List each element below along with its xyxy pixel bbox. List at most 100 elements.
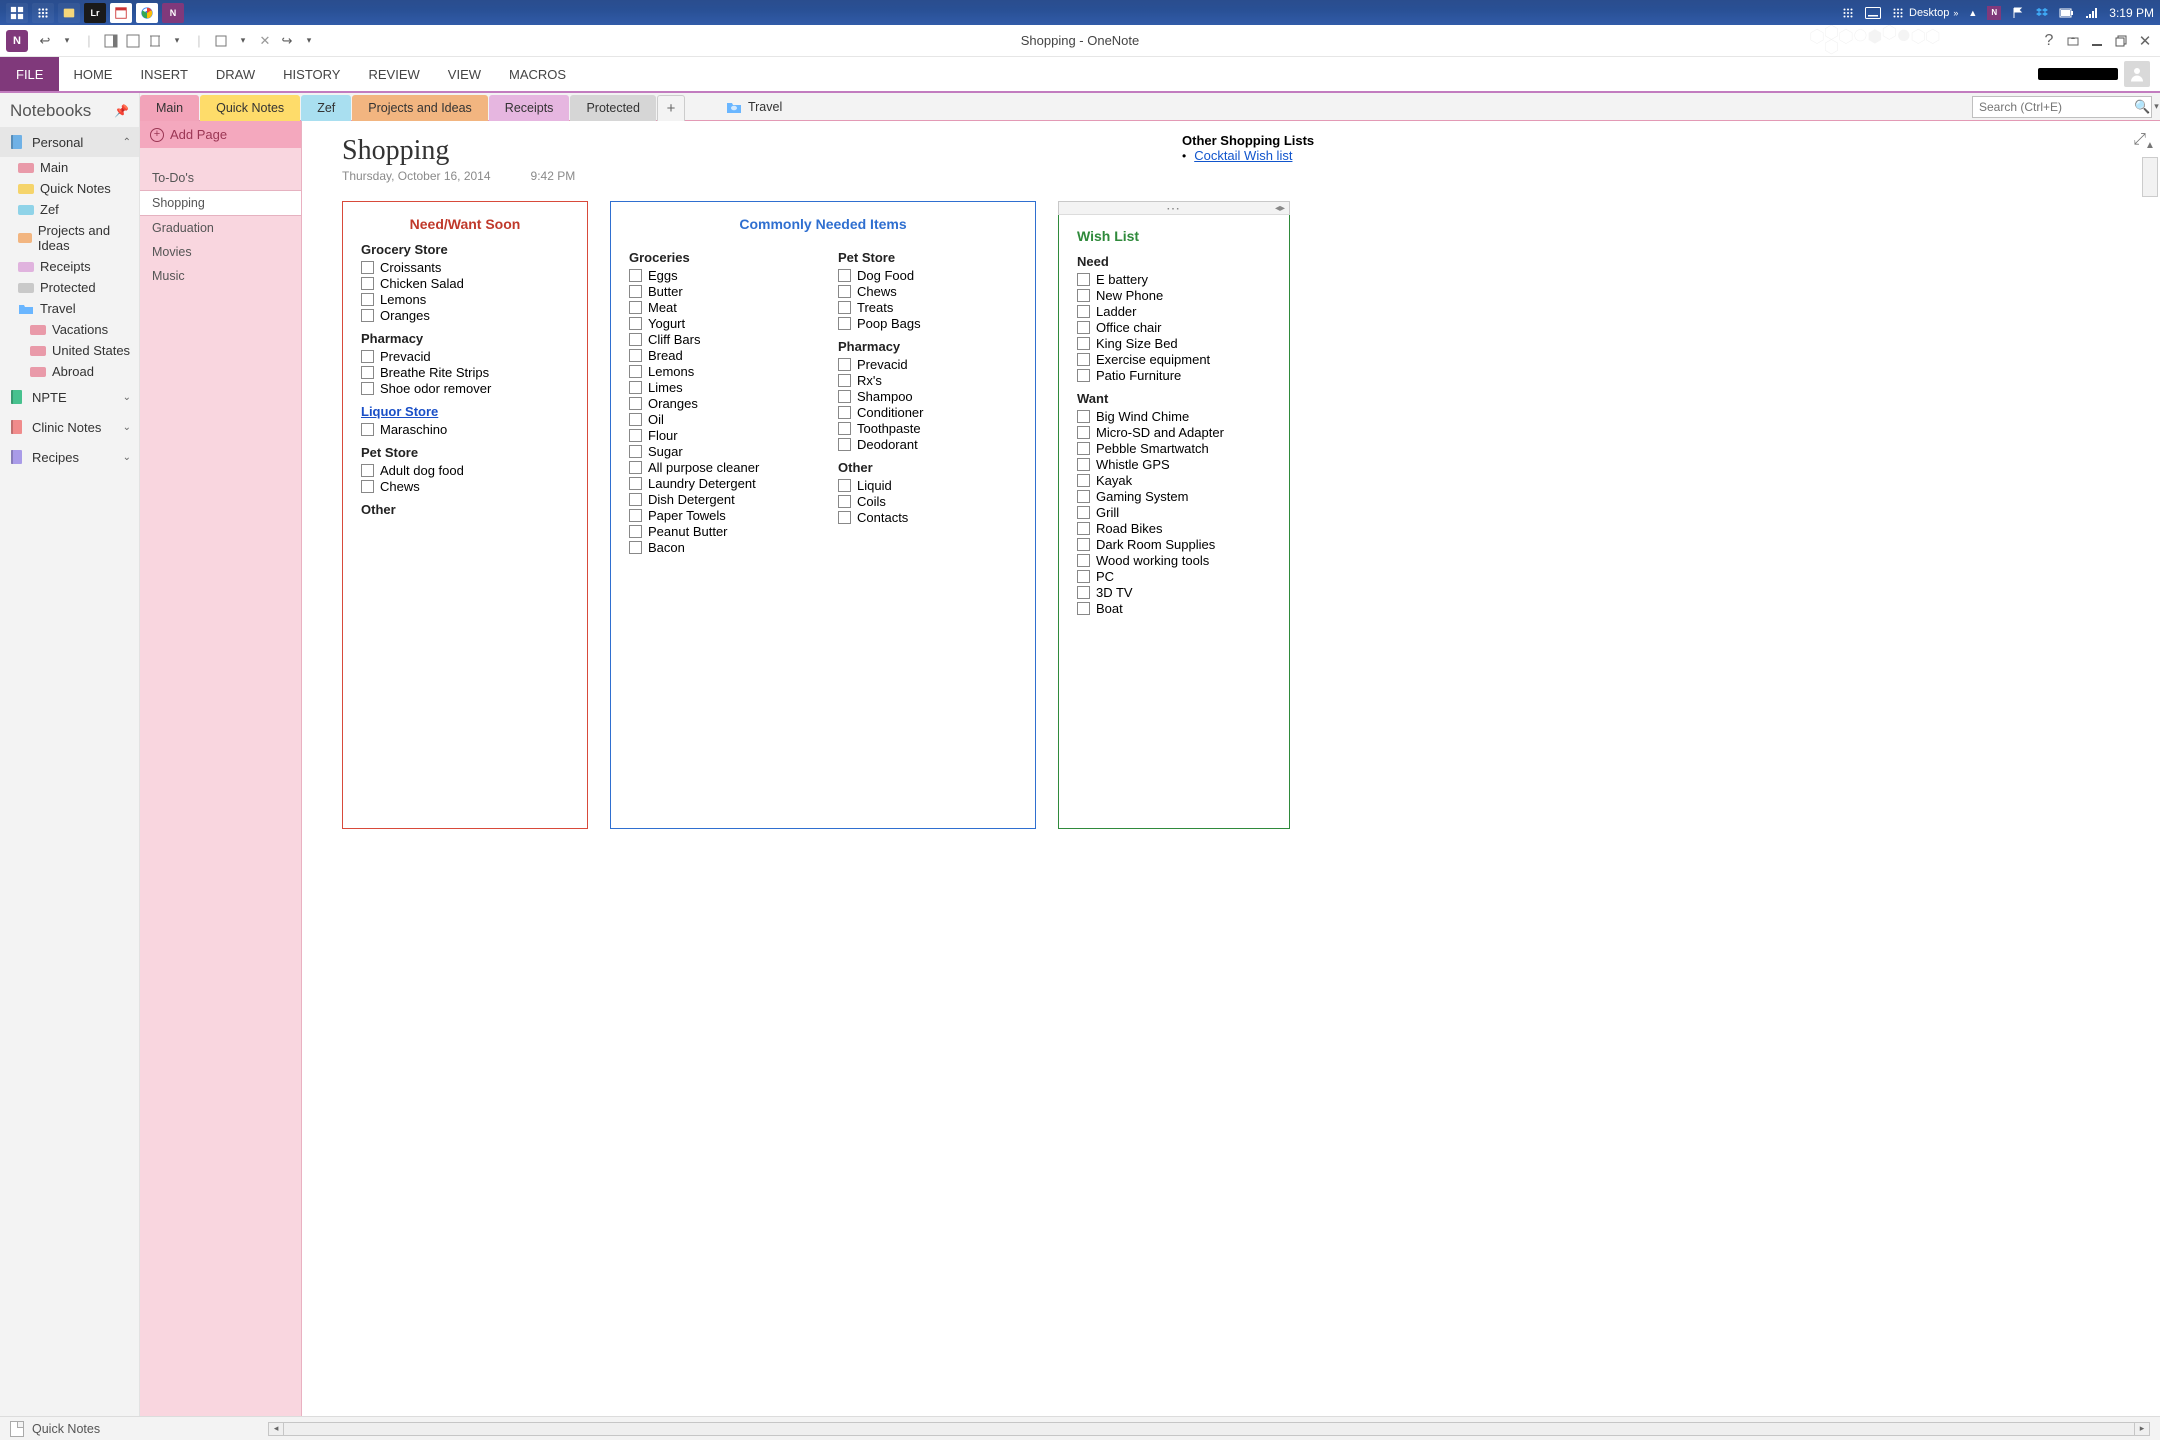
- checkbox[interactable]: [838, 406, 851, 419]
- notebook-npte[interactable]: NPTE⌄: [0, 382, 139, 412]
- checklist-item[interactable]: Lemons: [361, 291, 569, 307]
- checklist-item[interactable]: Chews: [838, 283, 1017, 299]
- checkbox[interactable]: [838, 317, 851, 330]
- checklist-item[interactable]: Meat: [629, 299, 808, 315]
- section-tab-projects-and-ideas[interactable]: Projects and Ideas: [352, 95, 488, 121]
- qat-customize[interactable]: ▾: [299, 31, 319, 51]
- checkbox[interactable]: [361, 382, 374, 395]
- checkbox[interactable]: [1077, 506, 1090, 519]
- checklist-item[interactable]: PC: [1077, 568, 1271, 584]
- file-tab[interactable]: FILE: [0, 57, 59, 91]
- checklist-item[interactable]: Flour: [629, 427, 808, 443]
- section-projects-and-ideas[interactable]: Projects and Ideas: [0, 220, 139, 256]
- checkbox[interactable]: [629, 397, 642, 410]
- close-button[interactable]: ✕: [2136, 32, 2154, 50]
- tray-icon[interactable]: [1841, 6, 1855, 20]
- checklist-item[interactable]: All purpose cleaner: [629, 459, 808, 475]
- checkbox[interactable]: [1077, 305, 1090, 318]
- section-tab-main[interactable]: Main: [140, 95, 199, 121]
- qat-dropdown[interactable]: ▾: [233, 31, 253, 51]
- section-united-states[interactable]: United States: [0, 340, 139, 361]
- checklist-item[interactable]: Wood working tools: [1077, 552, 1271, 568]
- checklist-item[interactable]: Paper Towels: [629, 507, 808, 523]
- checklist-item[interactable]: Prevacid: [838, 356, 1017, 372]
- checkbox[interactable]: [629, 333, 642, 346]
- other-lists-block[interactable]: Other Shopping Lists • Cocktail Wish lis…: [1182, 133, 1314, 163]
- checklist-item[interactable]: 3D TV: [1077, 584, 1271, 600]
- checklist-item[interactable]: Road Bikes: [1077, 520, 1271, 536]
- checkbox[interactable]: [361, 366, 374, 379]
- commonly-needed-box[interactable]: Commonly Needed Items GroceriesEggsButte…: [610, 201, 1036, 829]
- checkbox[interactable]: [361, 480, 374, 493]
- search-box[interactable]: 🔍 ▾: [1972, 96, 2152, 118]
- checkbox[interactable]: [629, 429, 642, 442]
- checklist-item[interactable]: Croissants: [361, 259, 569, 275]
- section-group-travel[interactable]: Travel: [726, 94, 782, 120]
- checklist-item[interactable]: Bread: [629, 347, 808, 363]
- ribbon-tab-home[interactable]: HOME: [59, 57, 126, 91]
- undo-button[interactable]: ↩: [35, 31, 55, 51]
- checklist-item[interactable]: King Size Bed: [1077, 335, 1271, 351]
- checkbox[interactable]: [361, 350, 374, 363]
- checkbox[interactable]: [629, 461, 642, 474]
- checklist-item[interactable]: Contacts: [838, 509, 1017, 525]
- redo-arrow-button[interactable]: ↪: [277, 31, 297, 51]
- taskbar-app-icon[interactable]: Lr: [84, 3, 106, 23]
- checklist-item[interactable]: Laundry Detergent: [629, 475, 808, 491]
- checklist-item[interactable]: Lemons: [629, 363, 808, 379]
- checklist-item[interactable]: Eggs: [629, 267, 808, 283]
- checkbox[interactable]: [1077, 337, 1090, 350]
- checklist-item[interactable]: Treats: [838, 299, 1017, 315]
- checklist-item[interactable]: Big Wind Chime: [1077, 408, 1271, 424]
- checkbox[interactable]: [1077, 538, 1090, 551]
- checkbox[interactable]: [629, 317, 642, 330]
- tray-flag-icon[interactable]: [2011, 6, 2025, 20]
- checklist-item[interactable]: Adult dog food: [361, 462, 569, 478]
- checklist-item[interactable]: Micro-SD and Adapter: [1077, 424, 1271, 440]
- checkbox[interactable]: [838, 438, 851, 451]
- checklist-item[interactable]: Peanut Butter: [629, 523, 808, 539]
- need-want-box[interactable]: Need/Want Soon Grocery StoreCroissantsCh…: [342, 201, 588, 829]
- checkbox[interactable]: [1077, 289, 1090, 302]
- section-tab-zef[interactable]: Zef: [301, 95, 351, 121]
- section-protected[interactable]: Protected: [0, 277, 139, 298]
- search-icon[interactable]: 🔍: [2134, 99, 2150, 115]
- checklist-item[interactable]: Prevacid: [361, 348, 569, 364]
- checkbox[interactable]: [838, 511, 851, 524]
- page-item-to-do-s[interactable]: To-Do's: [140, 166, 301, 190]
- notebook-personal[interactable]: Personal⌃: [0, 127, 139, 157]
- qat-button[interactable]: [123, 31, 143, 51]
- tray-battery-icon[interactable]: [2059, 7, 2075, 19]
- checkbox[interactable]: [1077, 554, 1090, 567]
- checkbox[interactable]: [1077, 602, 1090, 615]
- checkbox[interactable]: [1077, 474, 1090, 487]
- cocktail-wishlist-link[interactable]: Cocktail Wish list: [1194, 148, 1292, 163]
- ribbon-tab-insert[interactable]: INSERT: [126, 57, 201, 91]
- checkbox[interactable]: [838, 269, 851, 282]
- checklist-item[interactable]: Dark Room Supplies: [1077, 536, 1271, 552]
- checkbox[interactable]: [361, 423, 374, 436]
- checklist-item[interactable]: Sugar: [629, 443, 808, 459]
- section-abroad[interactable]: Abroad: [0, 361, 139, 382]
- checkbox[interactable]: [361, 309, 374, 322]
- checklist-item[interactable]: Pebble Smartwatch: [1077, 440, 1271, 456]
- checkbox[interactable]: [1077, 369, 1090, 382]
- checklist-item[interactable]: Office chair: [1077, 319, 1271, 335]
- checklist-item[interactable]: Gaming System: [1077, 488, 1271, 504]
- checkbox[interactable]: [838, 301, 851, 314]
- checklist-item[interactable]: Exercise equipment: [1077, 351, 1271, 367]
- checkbox[interactable]: [1077, 570, 1090, 583]
- section-vacations[interactable]: Vacations: [0, 319, 139, 340]
- checkbox[interactable]: [1077, 410, 1090, 423]
- wish-list-box[interactable]: ◂▸ Wish List NeedE batteryNew PhoneLadde…: [1058, 201, 1290, 829]
- checklist-item[interactable]: Chicken Salad: [361, 275, 569, 291]
- notebook-recipes[interactable]: Recipes⌄: [0, 442, 139, 472]
- checklist-item[interactable]: Chews: [361, 478, 569, 494]
- checklist-item[interactable]: Cliff Bars: [629, 331, 808, 347]
- redo-button[interactable]: ▾: [57, 31, 77, 51]
- checkbox[interactable]: [629, 285, 642, 298]
- checkbox[interactable]: [1077, 353, 1090, 366]
- tray-signal-icon[interactable]: [2085, 7, 2099, 19]
- minimize-button[interactable]: [2088, 32, 2106, 50]
- start-button[interactable]: [6, 3, 28, 23]
